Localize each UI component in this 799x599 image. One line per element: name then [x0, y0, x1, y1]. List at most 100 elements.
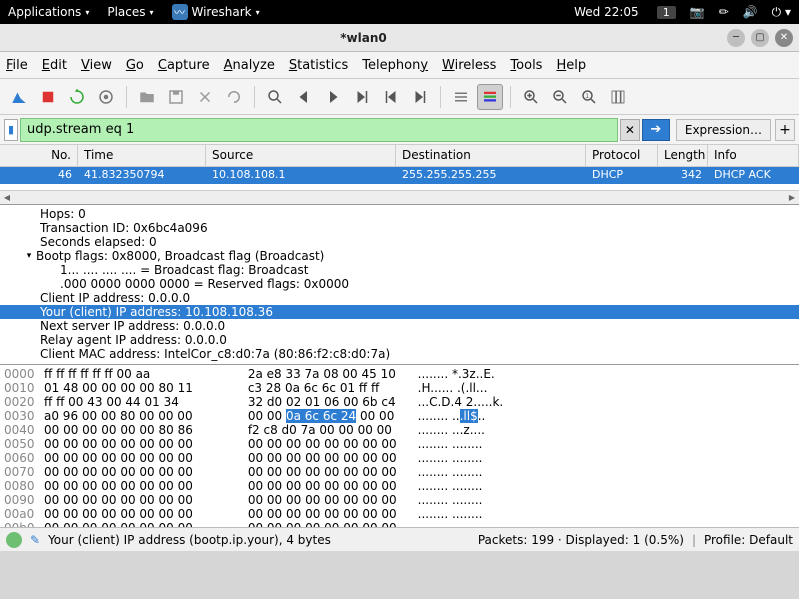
power-icon[interactable]: ⏻ ▾ — [772, 5, 791, 20]
status-profile[interactable]: Profile: Default — [704, 533, 793, 547]
filter-clear-button[interactable]: ✕ — [620, 119, 640, 141]
hex-row[interactable]: 0020ff ff 00 43 00 44 01 34 32 d0 02 01 … — [4, 395, 795, 409]
detail-line[interactable]: Next server IP address: 0.0.0.0 — [0, 319, 799, 333]
detail-line[interactable]: Client MAC address: IntelCor_c8:d0:7a (8… — [0, 347, 799, 361]
status-packet-count: Packets: 199 · Displayed: 1 (0.5%) — [478, 533, 684, 547]
colorize-button[interactable] — [477, 84, 503, 110]
detail-line[interactable]: Seconds elapsed: 0 — [0, 235, 799, 249]
packet-row[interactable]: 46 41.832350794 10.108.108.1 255.255.255… — [0, 167, 799, 184]
detail-line[interactable]: .000 0000 0000 0000 = Reserved flags: 0x… — [0, 277, 799, 291]
packet-list-pane: No. Time Source Destination Protocol Len… — [0, 145, 799, 205]
stop-capture-button[interactable] — [35, 84, 61, 110]
display-filter-input[interactable] — [20, 118, 618, 142]
column-header-length[interactable]: Length — [658, 145, 708, 166]
menu-view[interactable]: View — [81, 58, 112, 73]
goto-first-button[interactable] — [378, 84, 404, 110]
hex-row[interactable]: 004000 00 00 00 00 00 80 86 f2 c8 d0 7a … — [4, 423, 795, 437]
zoom-in-button[interactable] — [518, 84, 544, 110]
auto-scroll-button[interactable] — [448, 84, 474, 110]
column-header-no[interactable]: No. — [0, 145, 78, 166]
hex-row[interactable]: 0030a0 96 00 00 80 00 00 00 00 00 0a 6c … — [4, 409, 795, 423]
column-header-destination[interactable]: Destination — [396, 145, 586, 166]
resize-columns-button[interactable] — [605, 84, 631, 110]
zoom-reset-button[interactable]: 1 — [576, 84, 602, 110]
desktop-top-bar: Applications▾ Places▾ 〰Wireshark▾ Wed 22… — [0, 0, 799, 24]
hex-row[interactable]: 00a000 00 00 00 00 00 00 00 00 00 00 00 … — [4, 507, 795, 521]
hex-row[interactable]: 0000ff ff ff ff ff ff 00 aa 2a e8 33 7a … — [4, 367, 795, 381]
find-packet-button[interactable] — [262, 84, 288, 110]
wireshark-icon: 〰 — [172, 4, 188, 20]
capture-file-icon[interactable]: ✎ — [30, 533, 40, 547]
window-title: *wlan0 — [6, 31, 721, 45]
restart-capture-button[interactable] — [64, 84, 90, 110]
detail-line[interactable]: Relay agent IP address: 0.0.0.0 — [0, 333, 799, 347]
menu-go[interactable]: Go — [126, 58, 144, 73]
scroll-right-icon[interactable]: ▶ — [785, 192, 799, 204]
window-titlebar: *wlan0 ─ ▢ ✕ — [0, 24, 799, 52]
scroll-left-icon[interactable]: ◀ — [0, 192, 14, 204]
menubar: File Edit View Go Capture Analyze Statis… — [0, 52, 799, 79]
filter-bookmark-button[interactable]: ▮ — [4, 119, 18, 141]
clock[interactable]: Wed 22:05 — [574, 5, 639, 19]
column-header-info[interactable]: Info — [708, 145, 799, 166]
expression-builder-button[interactable]: Expression… — [676, 119, 771, 141]
detail-line-selected[interactable]: Your (client) IP address: 10.108.108.36 — [0, 305, 799, 319]
packet-bytes-pane[interactable]: 0000ff ff ff ff ff ff 00 aa 2a e8 33 7a … — [0, 365, 799, 527]
open-file-button[interactable] — [134, 84, 160, 110]
statusbar: ✎ Your (client) IP address (bootp.ip.you… — [0, 527, 799, 551]
menu-tools[interactable]: Tools — [510, 58, 542, 73]
collapse-icon[interactable]: ▾ — [22, 251, 36, 261]
zoom-out-button[interactable] — [547, 84, 573, 110]
filter-apply-button[interactable]: ➔ — [642, 119, 670, 141]
display-filter-bar: ▮ ✕ ➔ Expression… + — [0, 115, 799, 145]
expert-info-icon[interactable] — [6, 532, 22, 548]
detail-line[interactable]: Client IP address: 0.0.0.0 — [0, 291, 799, 305]
hex-row[interactable]: 006000 00 00 00 00 00 00 00 00 00 00 00 … — [4, 451, 795, 465]
close-file-button[interactable] — [192, 84, 218, 110]
column-header-protocol[interactable]: Protocol — [586, 145, 658, 166]
network-icon[interactable]: ✏ — [719, 5, 729, 19]
menu-wireless[interactable]: Wireless — [442, 58, 496, 73]
packet-details-pane[interactable]: Hops: 0 Transaction ID: 0x6bc4a096 Secon… — [0, 205, 799, 365]
column-header-time[interactable]: Time — [78, 145, 206, 166]
hex-row[interactable]: 009000 00 00 00 00 00 00 00 00 00 00 00 … — [4, 493, 795, 507]
window-minimize-button[interactable]: ─ — [727, 29, 745, 47]
detail-line[interactable]: Transaction ID: 0x6bc4a096 — [0, 221, 799, 235]
hex-row[interactable]: 001001 48 00 00 00 00 80 11 c3 28 0a 6c … — [4, 381, 795, 395]
hex-row[interactable]: 008000 00 00 00 00 00 00 00 00 00 00 00 … — [4, 479, 795, 493]
goto-packet-button[interactable] — [349, 84, 375, 110]
window-maximize-button[interactable]: ▢ — [751, 29, 769, 47]
shark-fin-icon[interactable] — [6, 84, 32, 110]
menu-statistics[interactable]: Statistics — [289, 58, 348, 73]
packet-list-header: No. Time Source Destination Protocol Len… — [0, 145, 799, 167]
save-file-button[interactable] — [163, 84, 189, 110]
camera-icon[interactable]: 📷 — [690, 5, 705, 19]
column-header-source[interactable]: Source — [206, 145, 396, 166]
goto-last-button[interactable] — [407, 84, 433, 110]
workspace-indicator[interactable]: 1 — [657, 6, 676, 19]
window-close-button[interactable]: ✕ — [775, 29, 793, 47]
wireshark-taskbar-item[interactable]: 〰Wireshark▾ — [172, 4, 260, 20]
menu-edit[interactable]: Edit — [42, 58, 67, 73]
volume-icon[interactable]: 🔊 — [743, 5, 758, 19]
hex-row[interactable]: 007000 00 00 00 00 00 00 00 00 00 00 00 … — [4, 465, 795, 479]
menu-help[interactable]: Help — [556, 58, 586, 73]
hex-row[interactable]: 005000 00 00 00 00 00 00 00 00 00 00 00 … — [4, 437, 795, 451]
detail-line-expandable[interactable]: ▾Bootp flags: 0x8000, Broadcast flag (Br… — [0, 249, 799, 263]
applications-menu[interactable]: Applications▾ — [8, 5, 89, 19]
places-menu[interactable]: Places▾ — [107, 5, 153, 19]
menu-file[interactable]: File — [6, 58, 28, 73]
add-filter-button[interactable]: + — [775, 119, 795, 141]
menu-telephony[interactable]: Telephony — [362, 58, 428, 73]
reload-button[interactable] — [221, 84, 247, 110]
capture-options-button[interactable] — [93, 84, 119, 110]
detail-line[interactable]: 1... .... .... .... = Broadcast flag: Br… — [0, 263, 799, 277]
menu-capture[interactable]: Capture — [158, 58, 210, 73]
packet-list-hscrollbar[interactable]: ◀ ▶ — [0, 190, 799, 204]
menu-analyze[interactable]: Analyze — [224, 58, 275, 73]
go-forward-button[interactable] — [320, 84, 346, 110]
status-field-info: Your (client) IP address (bootp.ip.your)… — [48, 533, 470, 547]
svg-text:1: 1 — [585, 92, 589, 99]
detail-line[interactable]: Hops: 0 — [0, 207, 799, 221]
go-back-button[interactable] — [291, 84, 317, 110]
